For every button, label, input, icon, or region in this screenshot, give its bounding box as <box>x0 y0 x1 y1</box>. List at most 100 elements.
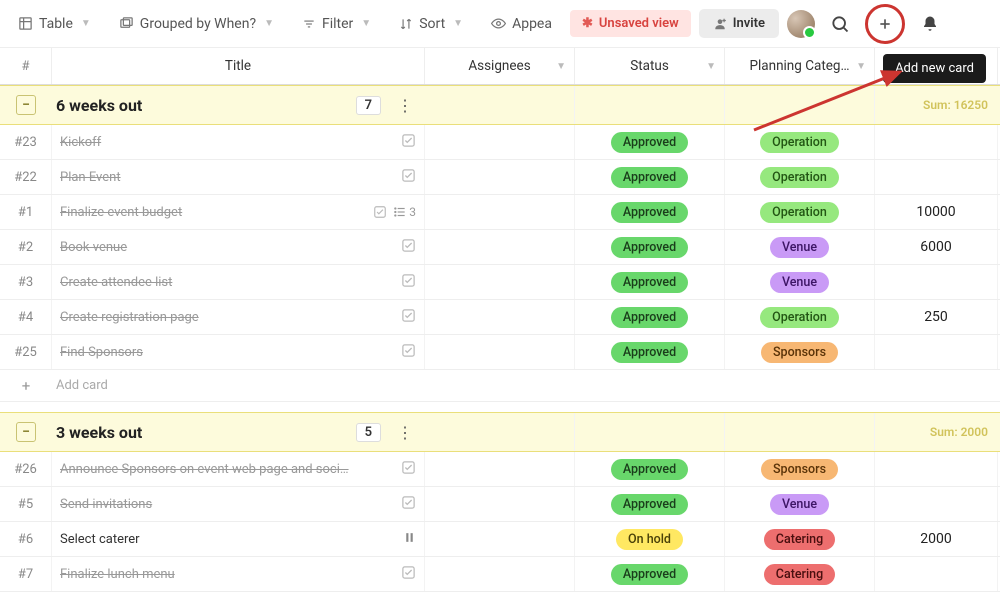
row-title: Finalize lunch menu <box>60 567 393 582</box>
category-cell[interactable]: Operation <box>725 125 875 159</box>
category-cell[interactable]: Sponsors <box>725 452 875 486</box>
assignees-cell[interactable] <box>425 452 575 486</box>
row-title: Send invitations <box>60 497 393 512</box>
category-cell[interactable]: Operation <box>725 300 875 334</box>
chevron-down-icon: ▼ <box>856 61 866 72</box>
table-row[interactable]: #23KickoffApprovedOperation <box>0 125 1000 160</box>
value-cell[interactable]: 10000 <box>875 195 998 229</box>
table-row[interactable]: #25Find SponsorsApprovedSponsors <box>0 335 1000 370</box>
value-cell[interactable]: 6000 <box>875 230 998 264</box>
table-row[interactable]: #26Announce Sponsors on event web page a… <box>0 452 1000 487</box>
collapse-group-button[interactable]: − <box>16 95 36 115</box>
value-cell[interactable] <box>875 125 998 159</box>
category-cell[interactable]: Operation <box>725 160 875 194</box>
assignees-cell[interactable] <box>425 522 575 556</box>
category-cell[interactable]: Catering <box>725 522 875 556</box>
bell-icon <box>921 15 939 33</box>
category-cell[interactable]: Sponsors <box>725 335 875 369</box>
add-card-row[interactable]: +Add card <box>0 370 1000 402</box>
asterisk-icon: ✱ <box>582 16 593 31</box>
status-cell[interactable]: Approved <box>575 300 725 334</box>
status-cell[interactable]: Approved <box>575 125 725 159</box>
status-cell[interactable]: Approved <box>575 335 725 369</box>
category-badge: Operation <box>760 307 839 328</box>
status-cell[interactable]: Approved <box>575 195 725 229</box>
category-cell[interactable]: Venue <box>725 230 875 264</box>
value-cell[interactable] <box>875 557 998 591</box>
value-cell[interactable] <box>875 452 998 486</box>
category-badge: Venue <box>770 237 829 258</box>
value-cell[interactable] <box>875 335 998 369</box>
sort-dropdown[interactable]: Sort ▼ <box>389 10 473 38</box>
row-number: #25 <box>0 335 52 369</box>
invite-label: Invite <box>733 16 765 31</box>
col-assignees[interactable]: Assignees▼ <box>425 48 575 84</box>
category-cell[interactable]: Operation <box>725 195 875 229</box>
status-cell[interactable]: Approved <box>575 452 725 486</box>
status-badge: Approved <box>611 459 688 480</box>
table-row[interactable]: #2 Book venue Approved Venue 6000 <box>0 230 1000 265</box>
assignees-cell[interactable] <box>425 125 575 159</box>
checkbox-icon <box>401 308 416 327</box>
category-cell[interactable]: Catering <box>725 557 875 591</box>
table-row[interactable]: #6Select catererOn holdCatering2000 <box>0 522 1000 557</box>
value-cell[interactable]: 250 <box>875 300 998 334</box>
category-badge: Catering <box>764 529 835 550</box>
status-cell[interactable]: Approved <box>575 487 725 521</box>
row-number: #2 <box>0 230 52 264</box>
table-row[interactable]: #1Finalize event budget3ApprovedOperatio… <box>0 195 1000 230</box>
status-cell[interactable]: Approved <box>575 160 725 194</box>
value-cell[interactable] <box>875 160 998 194</box>
status-cell[interactable]: Approved <box>575 557 725 591</box>
grouped-by-dropdown[interactable]: Grouped by When? ▼ <box>109 10 284 38</box>
view-type-dropdown[interactable]: Table ▼ <box>8 10 101 38</box>
value-cell[interactable] <box>875 265 998 299</box>
value-cell[interactable]: 2000 <box>875 522 998 556</box>
assignees-cell[interactable] <box>425 265 575 299</box>
status-badge: Approved <box>611 167 688 188</box>
assignees-cell[interactable] <box>425 230 575 264</box>
col-title[interactable]: Title <box>52 48 425 84</box>
status-cell[interactable]: Approved <box>575 265 725 299</box>
checkbox-icon <box>401 238 416 257</box>
category-badge: Sponsors <box>761 342 838 363</box>
assignees-cell[interactable] <box>425 335 575 369</box>
assignees-cell[interactable] <box>425 195 575 229</box>
status-badge: On hold <box>616 529 683 550</box>
col-planning-category[interactable]: Planning Categ…▼ <box>725 48 875 84</box>
category-cell[interactable]: Venue <box>725 487 875 521</box>
status-badge: Approved <box>611 494 688 515</box>
filter-icon <box>302 17 316 31</box>
value-cell[interactable] <box>875 487 998 521</box>
table-row[interactable]: #7Finalize lunch menuApprovedCatering <box>0 557 1000 592</box>
unsaved-view-button[interactable]: ✱ Unsaved view <box>570 10 691 37</box>
col-number[interactable]: # <box>0 48 52 84</box>
row-title: Book venue <box>60 240 393 255</box>
table-row[interactable]: #5Send invitationsApprovedVenue <box>0 487 1000 522</box>
appearance-dropdown[interactable]: Appea <box>481 10 562 38</box>
category-badge: Venue <box>770 272 829 293</box>
category-cell[interactable]: Venue <box>725 265 875 299</box>
avatar[interactable] <box>787 10 815 38</box>
invite-button[interactable]: Invite <box>699 9 779 38</box>
col-status[interactable]: Status▼ <box>575 48 725 84</box>
group-count: 7 <box>356 96 381 115</box>
assignees-cell[interactable] <box>425 160 575 194</box>
table-row[interactable]: #3Create attendee listApprovedVenue <box>0 265 1000 300</box>
group-menu-button[interactable]: ⋮ <box>391 96 419 115</box>
status-cell[interactable]: Approved <box>575 230 725 264</box>
assignees-cell[interactable] <box>425 487 575 521</box>
assignees-cell[interactable] <box>425 300 575 334</box>
collapse-group-button[interactable]: − <box>16 422 36 442</box>
category-badge: Sponsors <box>761 459 838 480</box>
notifications-button[interactable] <box>913 7 947 41</box>
search-button[interactable] <box>823 7 857 41</box>
group-menu-button[interactable]: ⋮ <box>391 423 419 442</box>
row-number: #6 <box>0 522 52 556</box>
status-cell[interactable]: On hold <box>575 522 725 556</box>
add-card-button[interactable] <box>865 4 905 44</box>
filter-dropdown[interactable]: Filter ▼ <box>292 10 381 38</box>
table-row[interactable]: #22Plan EventApprovedOperation <box>0 160 1000 195</box>
table-row[interactable]: #4Create registration pageApprovedOperat… <box>0 300 1000 335</box>
assignees-cell[interactable] <box>425 557 575 591</box>
